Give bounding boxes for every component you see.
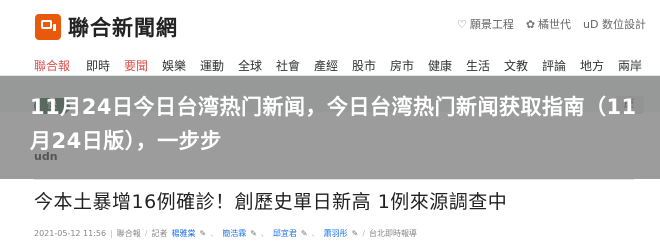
top-link-label: 橘世代 bbox=[538, 18, 572, 31]
nav-item-local[interactable]: 地方 bbox=[580, 57, 604, 74]
nav-item-cross-strait[interactable]: 兩岸 bbox=[618, 57, 642, 74]
top-link-orange[interactable]: ✿ 橘世代 bbox=[526, 16, 571, 32]
authors-label: 記者 bbox=[151, 229, 168, 238]
flower-icon: ✿ bbox=[525, 17, 536, 31]
overlay-title: 11月24日今日台湾热门新闻，今日台湾热门新闻获取指南（11月24日版），一步步 bbox=[30, 95, 637, 153]
article-date: 2021-05-12 11:56 bbox=[34, 229, 107, 238]
meta-separator: / bbox=[144, 229, 148, 238]
author-link[interactable]: 蕭羽彤 bbox=[324, 228, 348, 239]
article-source: 聯合報 bbox=[116, 229, 141, 238]
meta-separator: 、 bbox=[311, 229, 320, 238]
top-links: ♡ 願景工程 ✿ 橘世代 uD 数位設計 bbox=[457, 16, 646, 32]
nav-item-stocks[interactable]: 股市 bbox=[352, 57, 376, 74]
site-logo-text[interactable]: 聯合新聞網 bbox=[68, 12, 178, 42]
heart-icon: ♡ bbox=[456, 17, 467, 31]
top-link-vision[interactable]: ♡ 願景工程 bbox=[457, 16, 514, 32]
site-header: 聯合新聞網 ♡ 願景工程 ✿ 橘世代 uD 数位設計 bbox=[0, 0, 660, 52]
meta-separator: 、 bbox=[260, 229, 269, 238]
top-link-label: uD 数位設計 bbox=[583, 18, 646, 31]
author-link[interactable]: 簡浩霖 bbox=[222, 228, 246, 239]
pencil-icon: ✎ bbox=[351, 229, 359, 238]
article-headline: 今本土暴增16例確診！創歷史單日新高 1例來源調查中 bbox=[34, 191, 508, 213]
meta-separator: / bbox=[362, 229, 366, 238]
nav-item-life[interactable]: 生活 bbox=[466, 57, 490, 74]
main-nav: 聯合報 即時 要聞 娛樂 運動 全球 社會 產經 股市 房市 健康 生活 文教 … bbox=[0, 52, 660, 78]
nav-item-sports[interactable]: 運動 bbox=[200, 57, 224, 74]
nav-item-society[interactable]: 社會 bbox=[276, 57, 300, 74]
meta-separator: 、 bbox=[210, 229, 219, 238]
article-section: 台北即時報導 bbox=[369, 229, 418, 238]
meta-separator: | bbox=[110, 229, 113, 238]
author-link[interactable]: 楊雅棠 bbox=[172, 228, 196, 239]
pencil-icon: ✎ bbox=[300, 229, 308, 238]
nav-item-global[interactable]: 全球 bbox=[238, 57, 262, 74]
nav-item-opinion[interactable]: 評論 bbox=[542, 57, 566, 74]
nav-item-education[interactable]: 文教 bbox=[504, 57, 528, 74]
nav-item-housing[interactable]: 房市 bbox=[390, 57, 414, 74]
nav-item-economy[interactable]: 產經 bbox=[314, 57, 338, 74]
article-meta: 2021-05-12 11:56 | 聯合報 / 記者 楊雅棠 ✎ 、 簡浩霖 … bbox=[34, 228, 417, 239]
top-link-design[interactable]: uD 数位設計 bbox=[583, 16, 646, 32]
pencil-icon: ✎ bbox=[250, 229, 257, 238]
site-logo-icon[interactable] bbox=[35, 14, 61, 40]
nav-item-instant[interactable]: 即時 bbox=[86, 57, 110, 74]
pencil-icon: ✎ bbox=[199, 229, 207, 238]
nav-item-entertainment[interactable]: 娛樂 bbox=[162, 57, 186, 74]
divider bbox=[34, 179, 634, 180]
nav-item-headlines[interactable]: 要聞 bbox=[124, 57, 149, 78]
top-link-label: 願景工程 bbox=[469, 18, 514, 31]
nav-item-united-daily[interactable]: 聯合報 bbox=[34, 57, 70, 74]
nav-item-health[interactable]: 健康 bbox=[428, 57, 452, 74]
author-link[interactable]: 邱宜君 bbox=[273, 228, 297, 239]
